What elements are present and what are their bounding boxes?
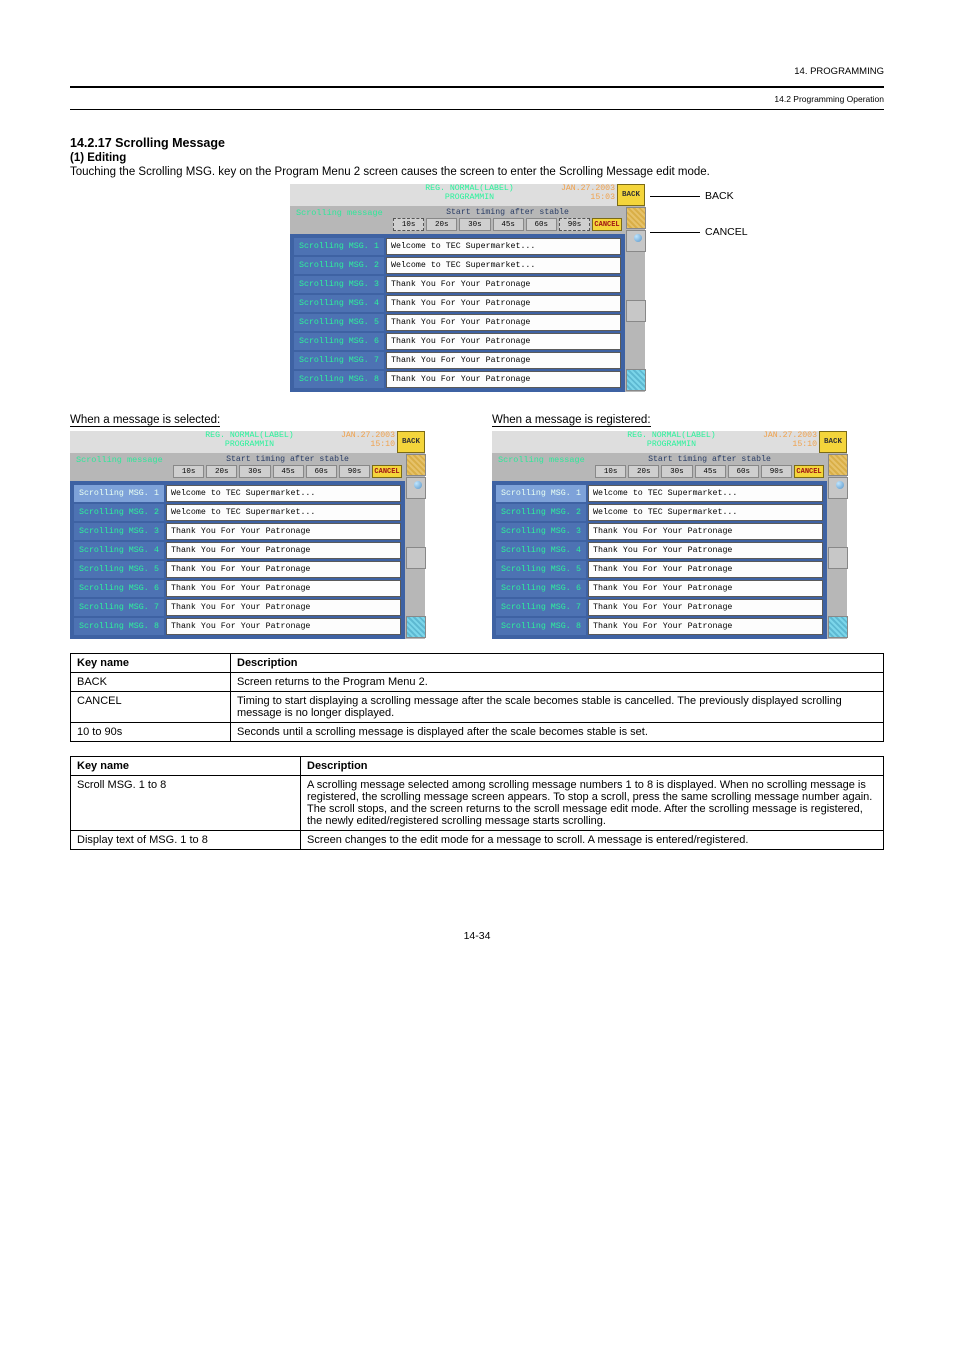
- pair-right-label: When a message is registered:: [492, 414, 651, 427]
- row-label-6[interactable]: Scrolling MSG.6: [294, 333, 384, 350]
- row-label-4[interactable]: Scrolling MSG.4: [294, 295, 384, 312]
- l-t-60[interactable]: 60s: [306, 465, 337, 478]
- cancel-button[interactable]: CANCEL: [592, 218, 622, 231]
- page-footer: 14-34: [70, 930, 884, 942]
- row-label-8[interactable]: Scrolling MSG.8: [294, 371, 384, 388]
- screen-title: REG. NORMAL(LABEL)PROGRAMMIN: [378, 184, 561, 206]
- t2-d2: Screen changes to the edit mode for a me…: [301, 831, 884, 850]
- l-t-90[interactable]: 90s: [339, 465, 370, 478]
- timing-45s[interactable]: 45s: [493, 218, 524, 231]
- timing-30s[interactable]: 30s: [459, 218, 490, 231]
- side-column: [625, 206, 645, 392]
- t1-k1: BACK: [71, 673, 231, 692]
- page-subheader-right: 14.2 Programming Operation: [774, 94, 884, 104]
- callout-cancel: CANCEL: [705, 226, 748, 238]
- l-t-20[interactable]: 20s: [206, 465, 237, 478]
- row-label-2[interactable]: Scrolling MSG.2: [294, 257, 384, 274]
- screen-main: REG. NORMAL(LABEL)PROGRAMMIN JAN.27.2003…: [290, 184, 645, 392]
- t2-k1: Scroll MSG. 1 to 8: [71, 776, 301, 831]
- t2-d1: A scrolling message selected among scrol…: [301, 776, 884, 831]
- r-t-60[interactable]: 60s: [728, 465, 759, 478]
- subheading: Start timing after stable: [393, 208, 622, 217]
- body-text: Touching the Scrolling MSG. key on the P…: [70, 166, 884, 178]
- t1-d3: Seconds until a scrolling message is dis…: [231, 723, 884, 742]
- row-label-5[interactable]: Scrolling MSG.5: [294, 314, 384, 331]
- l-cancel[interactable]: CANCEL: [372, 465, 402, 478]
- t1-d2: Timing to start displaying a scrolling m…: [231, 692, 884, 723]
- row-input-3[interactable]: Thank You For Your Patronage: [386, 276, 621, 293]
- row-input-8[interactable]: Thank You For Your Patronage: [386, 371, 621, 388]
- r-cancel[interactable]: CANCEL: [794, 465, 824, 478]
- r-t-45[interactable]: 45s: [695, 465, 726, 478]
- row-label-3[interactable]: Scrolling MSG.3: [294, 276, 384, 293]
- l-t-30[interactable]: 30s: [239, 465, 270, 478]
- callout-back: BACK: [705, 190, 734, 202]
- r-t-90[interactable]: 90s: [761, 465, 792, 478]
- row-input-6[interactable]: Thank You For Your Patronage: [386, 333, 621, 350]
- t1-d1: Screen returns to the Program Menu 2.: [231, 673, 884, 692]
- screen-date: JAN.27.200315:03: [561, 184, 617, 206]
- side-icon-mid[interactable]: [626, 300, 646, 322]
- side-icon-top[interactable]: [626, 207, 646, 229]
- back-button-l[interactable]: BACK: [397, 431, 425, 453]
- table-1: Key nameDescription BACKScreen returns t…: [70, 653, 884, 742]
- r-t-20[interactable]: 20s: [628, 465, 659, 478]
- t1-k3: 10 to 90s: [71, 723, 231, 742]
- row-input-2[interactable]: Welcome to TEC Supermarket...: [386, 257, 621, 274]
- l-t-45[interactable]: 45s: [273, 465, 304, 478]
- scroll-heading: Scrolling message: [290, 206, 390, 234]
- r-t-30[interactable]: 30s: [661, 465, 692, 478]
- section-title-2: (1) Editing: [70, 152, 884, 164]
- side-icon-bottom[interactable]: [626, 369, 646, 391]
- callouts: BACK CANCEL REG. NORMAL(LABEL)PROGRAMMIN…: [290, 184, 884, 392]
- screen-left: REG. NORMAL(LABEL)PROGRAMMIN JAN.27.2003…: [70, 431, 425, 639]
- t1-k2: CANCEL: [71, 692, 231, 723]
- row-label-7[interactable]: Scrolling MSG.7: [294, 352, 384, 369]
- timing-90s[interactable]: 90s: [559, 218, 590, 231]
- row-input-7[interactable]: Thank You For Your Patronage: [386, 352, 621, 369]
- r-row-1[interactable]: Scrolling MSG.1: [496, 485, 586, 502]
- l-t-10[interactable]: 10s: [173, 465, 204, 478]
- row-label-1[interactable]: Scrolling MSG.1: [294, 238, 384, 255]
- timing-60s[interactable]: 60s: [526, 218, 557, 231]
- side-icon-up[interactable]: [626, 230, 646, 252]
- timing-20s[interactable]: 20s: [426, 218, 457, 231]
- section-title-1: 14.2.17 Scrolling Message: [70, 136, 884, 150]
- table-2: Key nameDescription Scroll MSG. 1 to 8A …: [70, 756, 884, 850]
- screen-right: REG. NORMAL(LABEL)PROGRAMMIN JAN.27.2003…: [492, 431, 847, 639]
- l-row-1[interactable]: Scrolling MSG.1: [74, 485, 164, 502]
- pair-left-label: When a message is selected:: [70, 414, 220, 427]
- row-input-4[interactable]: Thank You For Your Patronage: [386, 295, 621, 312]
- row-input-1[interactable]: Welcome to TEC Supermarket...: [386, 238, 621, 255]
- timing-10s[interactable]: 10s: [393, 218, 424, 231]
- t2-k2: Display text of MSG. 1 to 8: [71, 831, 301, 850]
- row-input-5[interactable]: Thank You For Your Patronage: [386, 314, 621, 331]
- back-button-r[interactable]: BACK: [819, 431, 847, 453]
- rows: Scrolling MSG.1Welcome to TEC Supermarke…: [290, 234, 625, 392]
- r-t-10[interactable]: 10s: [595, 465, 626, 478]
- back-button[interactable]: BACK: [617, 184, 645, 206]
- page-header-right: 14. PROGRAMMING: [794, 66, 884, 77]
